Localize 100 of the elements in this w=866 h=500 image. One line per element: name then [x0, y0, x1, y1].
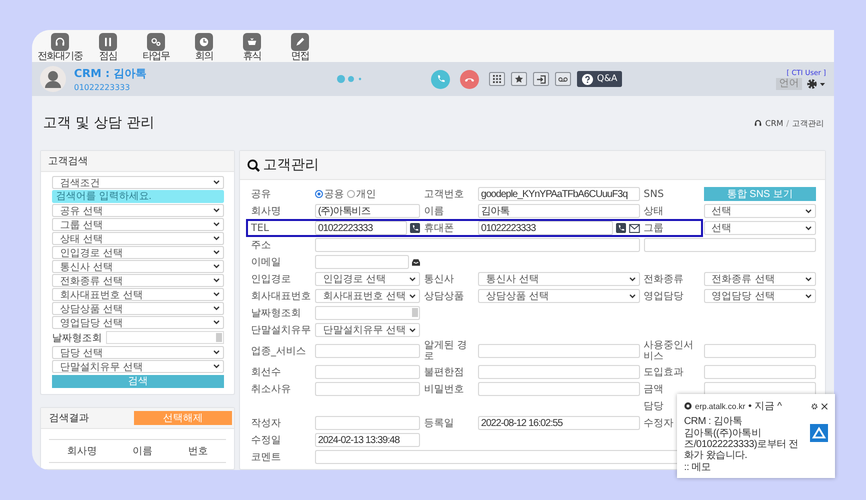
text-field[interactable] — [478, 365, 640, 379]
sign-in-icon — [536, 74, 546, 84]
dropdown[interactable]: 그룹 선택 — [52, 218, 224, 231]
phone-field[interactable]: 01022223333 — [478, 221, 613, 235]
notification-message: 김아톡((주)아톡비즈/01022223333)로부터 전화가 왔습니다. — [684, 428, 800, 461]
dropdown[interactable]: 통신사 선택 — [478, 272, 640, 286]
dropdown[interactable]: 단말설치유무 선택 — [52, 360, 224, 373]
text-field[interactable]: goodeple_KYnYPAaTFbA6CUuuF3q — [478, 187, 640, 201]
dropdown[interactable]: 인입경로 선택 — [315, 272, 420, 286]
status-button[interactable]: 전화대기중 — [36, 33, 84, 62]
notification-title: CRM : 김아톡 — [684, 416, 744, 427]
chevron-down-icon — [213, 292, 220, 297]
dropdown[interactable]: 상태 선택 — [52, 232, 224, 245]
column-header: 번호 — [188, 445, 208, 458]
dropdown[interactable]: 검색조건 — [52, 176, 224, 189]
dropdown[interactable]: 회사대표번호 선택 — [315, 289, 420, 303]
field-label: 비밀번호 — [424, 384, 464, 394]
field-label: 단말설치유무 — [251, 324, 311, 336]
headset-icon — [754, 119, 762, 127]
field-label: 취소사유 — [251, 384, 291, 394]
radio-option[interactable]: 개인 — [347, 187, 376, 201]
radio-option[interactable]: 공용 — [315, 187, 344, 201]
text-field[interactable] — [315, 344, 420, 358]
breadcrumb-link[interactable]: CRM — [765, 118, 784, 128]
dropdown[interactable]: 전화종류 선택 — [704, 272, 816, 286]
field-label: 상담상품 — [424, 290, 464, 302]
field-label: 등록일 — [424, 418, 454, 428]
keypad-button[interactable] — [489, 72, 505, 86]
status-button[interactable]: 타업무 — [132, 33, 180, 62]
notification-time: • 지금 ^ — [748, 400, 782, 413]
text-field[interactable]: 2022-08-12 16:02:55 — [478, 416, 640, 430]
text-field[interactable] — [478, 344, 640, 358]
call-button[interactable] — [431, 70, 450, 88]
search-icon — [247, 158, 260, 172]
dropdown[interactable]: 단말설치유무 선택 — [315, 323, 420, 337]
text-field[interactable] — [315, 416, 420, 430]
settings-icon[interactable] — [806, 78, 826, 90]
dropdown[interactable]: 상담상품 선택 — [52, 302, 224, 315]
close-icon[interactable] — [821, 402, 828, 410]
search-input[interactable]: 검색어를 입력하세요. — [52, 190, 224, 203]
field-label: 공유 — [251, 188, 271, 200]
text-field[interactable]: 김아톡 — [478, 204, 640, 218]
dropdown[interactable]: 상담상품 선택 — [478, 289, 640, 303]
email-field[interactable] — [315, 255, 409, 269]
chevron-down-icon — [408, 328, 416, 332]
field-label: SNS — [644, 188, 664, 200]
date-field[interactable] — [106, 331, 224, 344]
text-field[interactable] — [704, 344, 816, 358]
field-label: 작성자 — [251, 418, 281, 428]
dropdown[interactable]: 전화종류 선택 — [52, 274, 224, 287]
chevron-down-icon — [213, 180, 220, 185]
star-button[interactable] — [511, 72, 527, 86]
date-field[interactable] — [315, 306, 420, 320]
voicemail-button[interactable] — [555, 72, 571, 86]
field-label: 담당 — [644, 400, 664, 412]
chevron-down-icon — [213, 364, 220, 369]
dropdown[interactable]: 영업담당 선택 — [704, 289, 816, 303]
transfer-button[interactable] — [533, 72, 549, 86]
breadcrumb-link[interactable]: 고객관리 — [792, 118, 824, 128]
star-icon — [515, 75, 523, 83]
status-button[interactable]: 면접 — [276, 33, 324, 62]
dropdown[interactable]: 공유 선택 — [52, 204, 224, 217]
chevron-down-icon — [628, 276, 636, 282]
text-field[interactable]: (주)아톡비즈 — [315, 204, 420, 218]
hang-up-button[interactable] — [460, 70, 479, 88]
dropdown[interactable]: 인입경로 선택 — [52, 246, 224, 259]
field-label: 알게된 경로 — [424, 340, 468, 362]
settings-icon[interactable] — [811, 402, 818, 410]
status-button[interactable]: 점심 — [84, 33, 132, 62]
field-label: 회사명 — [251, 206, 281, 216]
chevron-down-icon — [213, 222, 220, 227]
inbox-icon[interactable] — [412, 258, 420, 266]
chevron-down-icon — [805, 276, 812, 282]
text-field[interactable] — [704, 365, 816, 379]
dropdown[interactable]: 선택 — [704, 221, 816, 235]
text-field[interactable] — [315, 365, 420, 379]
phone-icon[interactable] — [410, 223, 420, 233]
text-field[interactable]: 2024-02-13 13:39:48 — [315, 433, 420, 447]
qa-button[interactable]: Q&A — [577, 71, 622, 87]
text-field[interactable] — [478, 382, 640, 396]
status-button[interactable]: 회의 — [180, 33, 228, 62]
mail-icon[interactable] — [628, 224, 640, 232]
card-title: 고객관리 — [263, 156, 319, 174]
radio-icon[interactable] — [347, 190, 355, 198]
dropdown[interactable]: 회사대표번호 선택 — [52, 288, 224, 301]
address-field[interactable] — [315, 238, 640, 252]
dropdown[interactable]: 영업담당 선택 — [52, 316, 224, 329]
phone-icon — [436, 74, 446, 84]
status-button[interactable]: 휴식 — [228, 33, 276, 62]
chevron-down-icon — [628, 294, 636, 298]
dropdown[interactable]: 담당 선택 — [52, 346, 224, 359]
dropdown[interactable]: 선택 — [704, 204, 816, 218]
phone-field[interactable]: 01022223333 — [315, 221, 407, 235]
dropdown[interactable]: 통신사 선택 — [52, 260, 224, 273]
phone-icon[interactable] — [616, 223, 626, 233]
headset-icon — [54, 36, 66, 48]
address-detail-field[interactable] — [644, 238, 816, 252]
memo-link[interactable]: :: 메모 — [684, 462, 806, 473]
radio-icon[interactable] — [315, 190, 323, 198]
text-field[interactable] — [315, 382, 420, 396]
